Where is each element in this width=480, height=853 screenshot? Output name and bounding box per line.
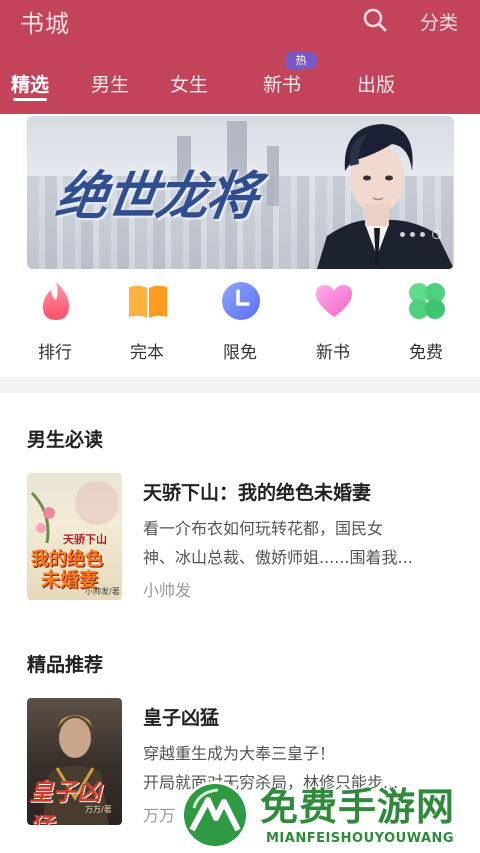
- section-title-recommended: 精品推荐: [27, 654, 104, 676]
- flame-icon: [43, 282, 69, 320]
- site-watermark: 免费手游网 MIANFEISHOUYOUWANG: [178, 772, 478, 853]
- cover-title: 皇子凶猛: [29, 778, 101, 825]
- book-icon: [129, 285, 167, 318]
- heart-icon: [316, 285, 352, 317]
- tab-published[interactable]: 出版: [357, 70, 395, 97]
- section-divider: [0, 377, 480, 393]
- clock-icon: [222, 282, 260, 320]
- nav-new-books[interactable]: 新书: [303, 280, 363, 363]
- nav-limited-free-label: 限免: [223, 343, 257, 363]
- search-icon[interactable]: [362, 7, 388, 33]
- nav-limited-free[interactable]: 限免: [210, 280, 270, 363]
- pagination-dot: [420, 232, 425, 237]
- nav-ranking-label: 排行: [38, 343, 72, 363]
- book-description-line: 神、冰山总裁、傲娇师姐......围着我...: [143, 548, 413, 567]
- nav-new-books-label: 新书: [316, 343, 350, 363]
- book-cover[interactable]: 天骄下山 我的绝色 未婚妻 小帅发/著: [27, 473, 122, 600]
- book-author: 万万: [143, 806, 176, 825]
- book-description-line: 穿越重生成为大奉三皇子！: [143, 744, 336, 763]
- tab-featured[interactable]: 精选: [11, 70, 49, 97]
- nav-free[interactable]: 免费: [396, 280, 456, 363]
- banner-title: 绝世龙将: [52, 167, 261, 227]
- hot-badge: 热: [285, 52, 317, 69]
- active-tab-indicator: [13, 98, 47, 101]
- top-bar: 书城 分类 热 精选 男生 女生 新书 出版: [0, 0, 480, 114]
- watermark-logo-icon: [181, 781, 249, 849]
- banner-tower: [267, 146, 279, 206]
- tab-male[interactable]: 男生: [91, 70, 129, 97]
- clover-icon: [409, 283, 445, 319]
- category-button[interactable]: 分类: [420, 8, 458, 35]
- book-description-line: 看一介布衣如何玩转花都，国民女: [143, 519, 384, 538]
- tab-bar: 精选 男生 女生 新书 出版: [0, 70, 480, 100]
- book-title[interactable]: 皇子凶猛: [143, 703, 219, 730]
- book-description: 看一介布衣如何玩转花都，国民女 神、冰山总裁、傲娇师姐......围着我...: [143, 514, 453, 572]
- pagination-dot: [400, 232, 405, 237]
- watermark-text: 免费手游网: [260, 785, 456, 829]
- pagination-dot: [410, 232, 415, 237]
- pagination-dot-active: [432, 230, 441, 239]
- watermark-subtext: MIANFEISHOUYOUWANG: [266, 831, 455, 846]
- tab-female[interactable]: 女生: [170, 70, 208, 97]
- cover-author: 万万/著: [85, 805, 112, 814]
- nav-completed[interactable]: 完本: [117, 280, 177, 363]
- page-title: 书城: [20, 10, 70, 38]
- nav-completed-label: 完本: [130, 343, 164, 363]
- nav-free-label: 免费: [409, 343, 443, 363]
- book-cover[interactable]: 皇子凶猛 万万/著: [27, 698, 122, 825]
- nav-ranking[interactable]: 排行: [25, 280, 85, 363]
- book-author: 小帅发: [143, 581, 192, 600]
- book-title[interactable]: 天骄下山：我的绝色未婚妻: [143, 478, 371, 505]
- promo-banner[interactable]: 绝世龙将: [27, 116, 454, 269]
- section-title-male-must-read: 男生必读: [27, 429, 104, 451]
- banner-character-illustration: [317, 124, 454, 269]
- tab-new-books[interactable]: 新书: [263, 70, 301, 97]
- cover-author: 小帅发/著: [85, 587, 120, 596]
